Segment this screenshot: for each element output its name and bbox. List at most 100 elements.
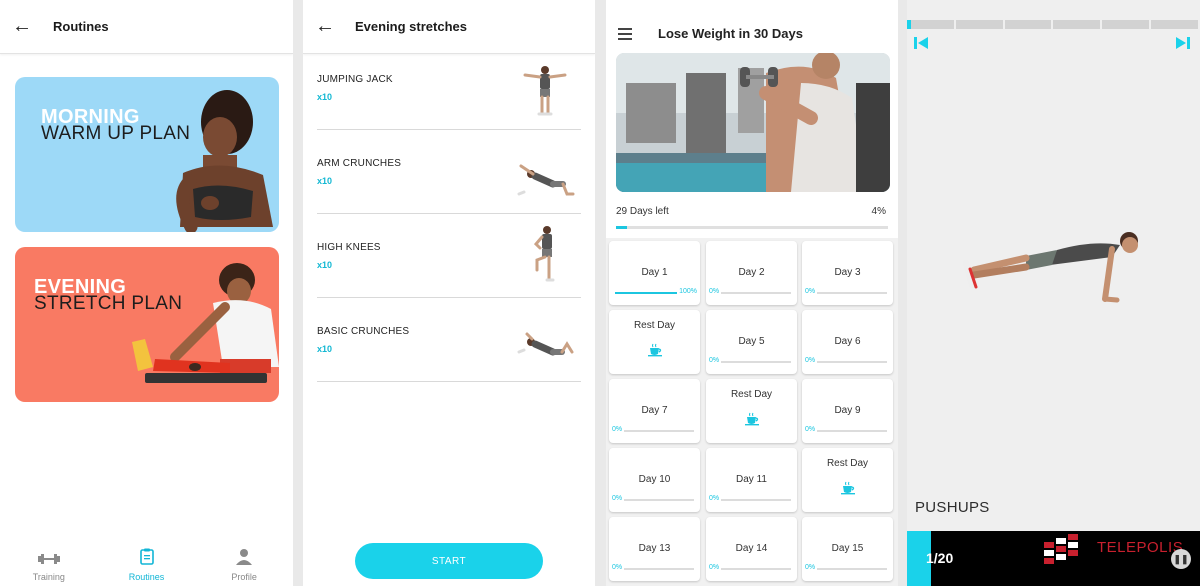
day-progress-bar: [615, 499, 694, 501]
nav-label: Routines: [128, 572, 165, 582]
pause-button[interactable]: ❚❚: [1171, 549, 1191, 569]
exercise-counter: 1/20: [926, 550, 954, 566]
nav-item-routines[interactable]: Routines: [98, 546, 196, 586]
day-progress-bar: [615, 430, 694, 432]
exercise-row[interactable]: BASIC CRUNCHES x10: [317, 298, 581, 382]
day-progress-percent: 0%: [709, 288, 722, 295]
evening-plan-card[interactable]: EVENING STRETCH PLAN: [15, 247, 279, 402]
coffee-cup-icon: [706, 412, 797, 429]
exercise-name: PUSHUPS: [915, 499, 990, 516]
day-card[interactable]: Day 6 0%: [802, 310, 893, 374]
day-card[interactable]: Day 10 0%: [609, 448, 700, 512]
progress-segment-fill: [907, 20, 911, 29]
day-label: Day 6: [834, 336, 861, 347]
basic-crunches-figure: [517, 332, 574, 356]
page-title: Routines: [53, 19, 109, 34]
day-card[interactable]: Day 5 0%: [706, 310, 797, 374]
day-progress-bar: [712, 292, 791, 294]
day-progress-percent: 0%: [709, 357, 722, 364]
morning-runner-photo: [176, 90, 273, 232]
coffee-cup-icon: [802, 481, 893, 498]
exercise-name: JUMPING JACK: [317, 74, 393, 85]
exercise-row[interactable]: ARM CRUNCHES x10: [317, 130, 581, 214]
exercise-row[interactable]: HIGH KNEES x10: [317, 214, 581, 298]
day-label: Day 10: [638, 474, 671, 485]
rest-day-card[interactable]: Rest Day: [706, 379, 797, 443]
clipboard-icon: [139, 548, 154, 570]
stretches-screen: ← Evening stretches JUMPING JACK x10 ARM…: [303, 0, 595, 586]
day-card[interactable]: Day 2 0%: [706, 241, 797, 305]
progress-segment: [1053, 20, 1101, 29]
telepolis-logo: [1044, 534, 1078, 564]
exercise-name: ARM CRUNCHES: [317, 158, 402, 169]
day-label: Day 13: [638, 543, 671, 554]
plan-progress-fill: [616, 226, 627, 229]
nav-item-training[interactable]: Training: [0, 546, 98, 586]
day-card[interactable]: Day 3 0%: [802, 241, 893, 305]
day-progress-percent: 0%: [805, 564, 818, 571]
day-progress-percent: 0%: [805, 288, 818, 295]
back-arrow-icon[interactable]: ←: [315, 15, 335, 38]
day-progress-percent: 100%: [677, 288, 697, 295]
day-progress-bar: [712, 499, 791, 501]
plan-progress-bar: [616, 226, 888, 229]
day-progress-percent: 0%: [612, 495, 625, 502]
exercise-name: HIGH KNEES: [317, 242, 381, 253]
day-card[interactable]: Day 11 0%: [706, 448, 797, 512]
workout-footer: 1/20 TELEPOLIS ❚❚: [907, 531, 1200, 586]
day-progress-bar: [615, 568, 694, 570]
day-label: Rest Day: [730, 389, 773, 400]
day-label: Rest Day: [633, 320, 676, 331]
day-progress-bar: [808, 292, 887, 294]
progress-segment: [955, 20, 1003, 29]
telepolis-watermark: TELEPOLIS: [1097, 539, 1184, 556]
day-progress-percent: 0%: [612, 426, 625, 433]
progress-segment: [1004, 20, 1052, 29]
progress-segment: [1102, 20, 1150, 29]
next-exercise-icon[interactable]: [1176, 36, 1190, 53]
day-label: Day 3: [834, 267, 861, 278]
day-progress-bar: [808, 361, 887, 363]
exercise-reps: x10: [317, 92, 333, 102]
day-card[interactable]: Day 1 100%: [609, 241, 700, 305]
day-progress-percent: 0%: [709, 495, 722, 502]
morning-plan-card[interactable]: MORNING WARM UP PLAN: [15, 77, 279, 232]
exercise-reps: x10: [317, 260, 333, 270]
day-card[interactable]: Day 14 0%: [706, 517, 797, 581]
hamburger-menu-icon[interactable]: [618, 28, 632, 43]
back-arrow-icon[interactable]: ←: [12, 15, 32, 38]
exercise-row[interactable]: JUMPING JACK x10: [317, 46, 581, 130]
rest-day-card[interactable]: Rest Day: [609, 310, 700, 374]
nav-label: Profile: [231, 572, 257, 582]
progress-segment: [1151, 20, 1198, 29]
start-button[interactable]: START: [355, 543, 543, 579]
day-card[interactable]: Day 13 0%: [609, 517, 700, 581]
progress-percent: 4%: [871, 206, 886, 217]
day-label: Day 2: [738, 267, 765, 278]
day-progress-percent: 0%: [805, 426, 818, 433]
plan-title-line2: WARM UP PLAN: [41, 123, 191, 144]
day-progress-bar: [712, 568, 791, 570]
day-progress-bar: [712, 361, 791, 363]
exercise-reps: x10: [317, 344, 333, 354]
jumping-jack-figure: [523, 66, 567, 116]
day-card[interactable]: Day 9 0%: [802, 379, 893, 443]
day-label: Day 5: [738, 336, 765, 347]
app-bar: ← Routines: [0, 0, 293, 54]
day-label: Day 9: [834, 405, 861, 416]
day-card[interactable]: Day 15 0%: [802, 517, 893, 581]
exercise-name: BASIC CRUNCHES: [317, 326, 410, 337]
gym-photo: [616, 53, 890, 192]
previous-exercise-icon[interactable]: [914, 36, 928, 53]
day-progress-percent: 0%: [709, 564, 722, 571]
evening-stretch-photo: [132, 263, 279, 383]
nav-item-profile[interactable]: Profile: [195, 546, 293, 586]
person-icon: [236, 548, 253, 570]
arm-crunches-figure: [517, 164, 575, 196]
coffee-cup-icon: [609, 343, 700, 360]
plan-title-line2: STRETCH PLAN: [34, 293, 183, 314]
day-progress-percent: 0%: [612, 564, 625, 571]
plan-screen: Lose Weight in 30 Days 29 Days left 4% D…: [606, 0, 898, 586]
day-card[interactable]: Day 7 0%: [609, 379, 700, 443]
rest-day-card[interactable]: Rest Day: [802, 448, 893, 512]
